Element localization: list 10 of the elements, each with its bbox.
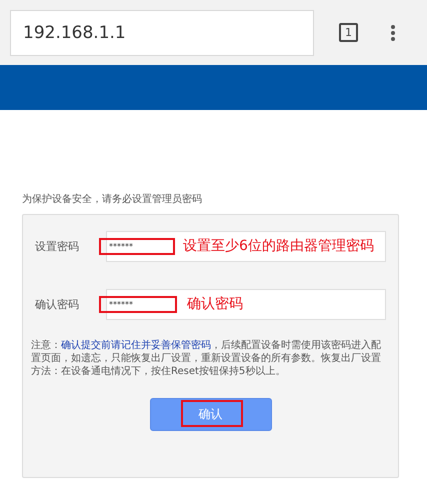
note-text: 注意：确认提交前请记住并妥善保管密码，后续配置设备时需使用该密码进入配置页面，如遗忘，只能恢复出厂设置，重新设置设备的所有参数。恢复出厂设置方法：在设备通电情况下，按住Reset按钮保持5秒以上。 [31, 339, 382, 378]
annotation-text: 设置至少6位的路由器管理密码 [183, 237, 374, 255]
annotation-text: 确认密码 [187, 295, 243, 313]
tab-count[interactable]: 1 [339, 23, 358, 42]
field-label: 设置密码 [34, 239, 80, 254]
menu-icon[interactable] [390, 24, 396, 42]
highlight-frame [180, 400, 242, 427]
intro-text: 为保护设备安全，请务必设置管理员密码 [22, 192, 203, 206]
url-field[interactable]: 192.168.1.1 [10, 10, 314, 56]
field-label: 确认密码 [34, 297, 80, 312]
